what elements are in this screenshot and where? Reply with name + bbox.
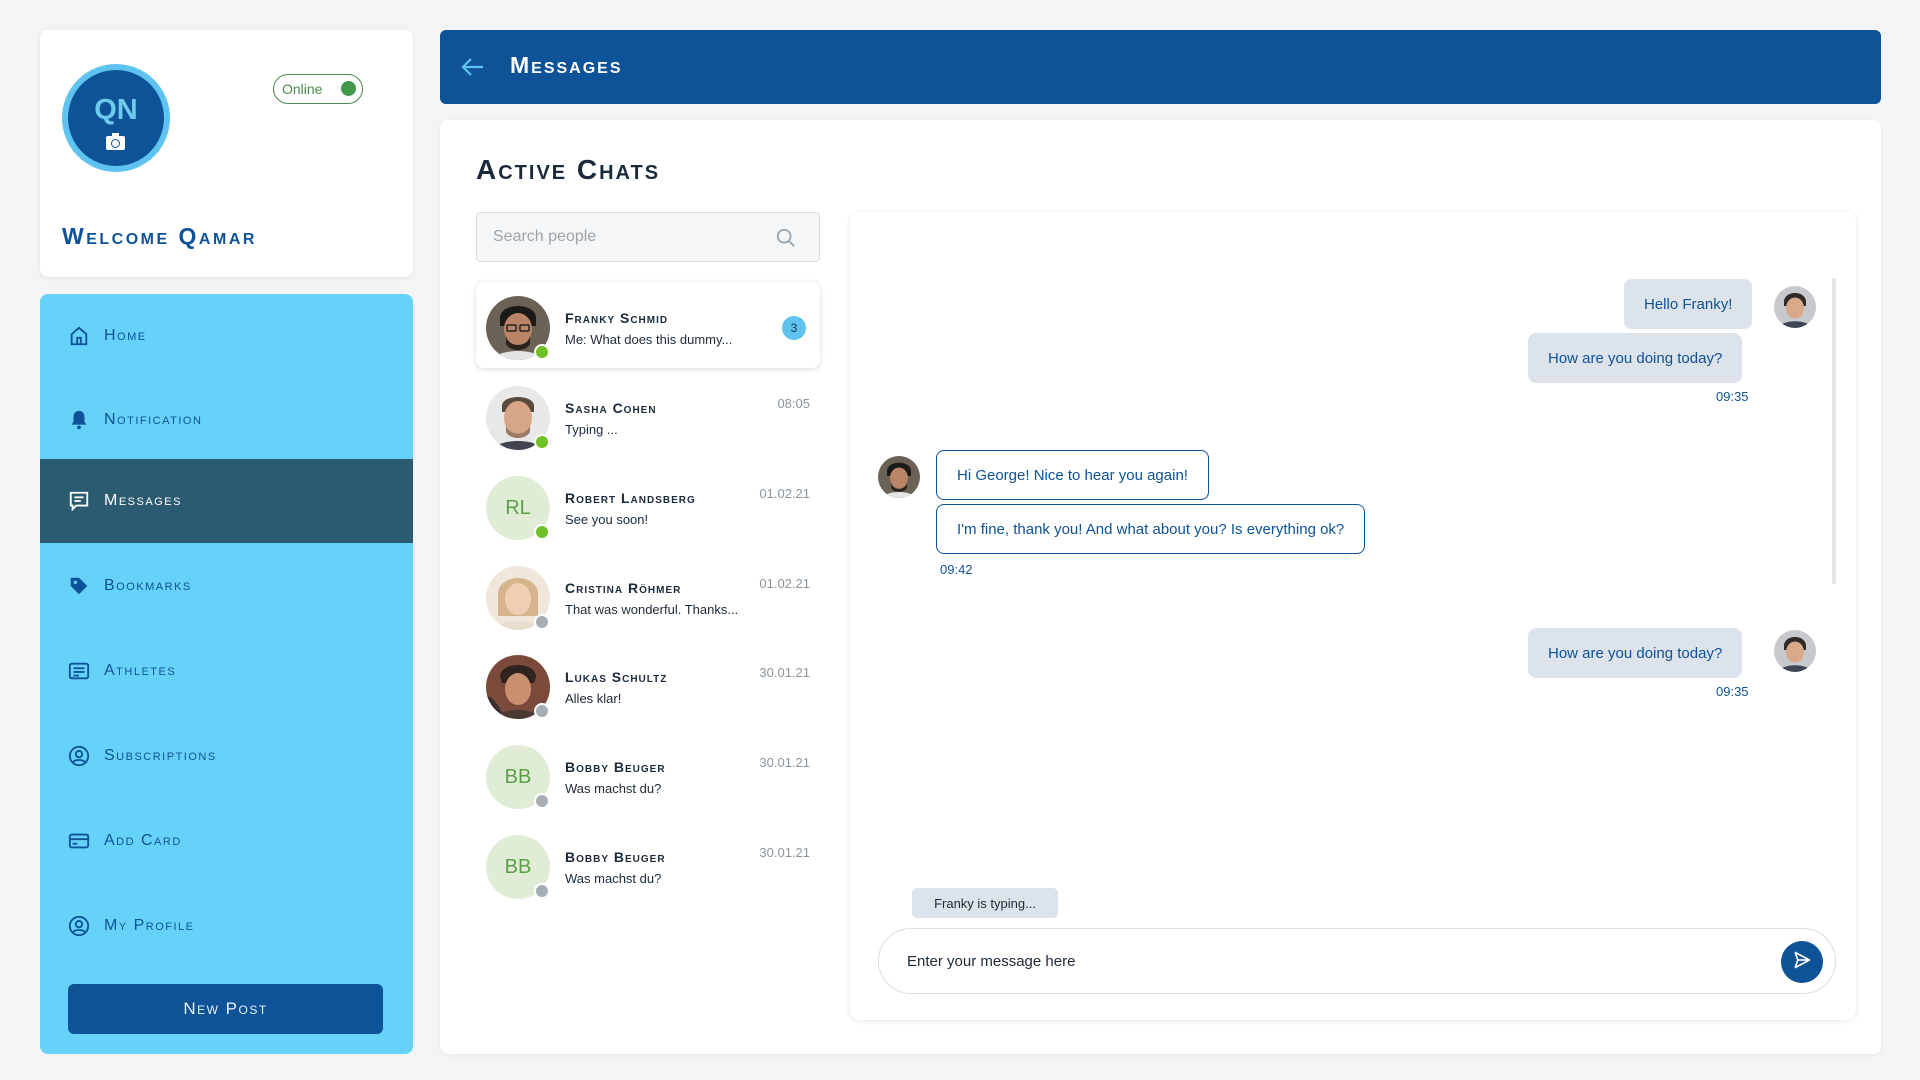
- list-card-icon: [68, 660, 90, 682]
- avatar[interactable]: QN: [62, 64, 170, 172]
- active-chats-title: Active Chats: [476, 154, 661, 185]
- contact-name: Cristina Röhmer: [565, 580, 682, 596]
- sidebar-item-messages[interactable]: Messages: [40, 459, 413, 543]
- contact-avatar: [878, 456, 920, 498]
- message-time: 08:05: [777, 396, 810, 411]
- avatar-initials: QN: [94, 94, 138, 126]
- status-label: Online: [282, 81, 323, 97]
- tag-icon: [68, 575, 90, 597]
- last-message-preview: Alles klar!: [565, 691, 622, 706]
- search-icon[interactable]: [775, 227, 797, 249]
- contact-name: Sasha Cohen: [565, 400, 657, 416]
- search-input[interactable]: [493, 213, 773, 261]
- sidebar-item-my-profile[interactable]: My Profile: [40, 884, 413, 968]
- welcome-title: Welcome Qamar: [62, 223, 257, 249]
- last-message-preview: Was machst du?: [565, 781, 662, 796]
- message-time: 01.02.21: [759, 486, 810, 501]
- outgoing-message: Hello Franky!: [1624, 279, 1753, 329]
- chat-list-item[interactable]: Lukas Schultz Alles klar! 30.01.21: [476, 641, 820, 727]
- sidebar-item-add-card[interactable]: Add Card: [40, 799, 413, 883]
- offline-indicator: [534, 703, 550, 719]
- scrollbar[interactable]: [1832, 278, 1836, 584]
- message-time: 01.02.21: [759, 576, 810, 591]
- message-time: 09:35: [1716, 389, 1749, 404]
- message-time: 30.01.21: [759, 665, 810, 680]
- incoming-message: I'm fine, thank you! And what about you?…: [936, 504, 1366, 554]
- last-message-preview: Typing ...: [565, 422, 618, 437]
- chat-list-item[interactable]: Sasha Cohen Typing ... 08:05: [476, 372, 820, 458]
- message-time: 09:35: [1716, 684, 1749, 699]
- sidebar-item-notification[interactable]: Notification: [40, 378, 413, 462]
- incoming-message: Hi George! Nice to hear you again!: [936, 450, 1209, 500]
- message-time: 09:42: [940, 562, 973, 577]
- online-indicator: [534, 434, 550, 450]
- offline-indicator: [534, 614, 550, 630]
- chat-list-item[interactable]: RL Robert Landsberg See you soon! 01.02.…: [476, 462, 820, 548]
- contact-name: Lukas Schultz: [565, 669, 668, 685]
- chat-list-item[interactable]: BB Bobby Beuger Was machst du? 30.01.21: [476, 821, 820, 907]
- conversation-panel: Hello Franky! How are you doing today? 0…: [850, 212, 1856, 1020]
- contact-name: Robert Landsberg: [565, 490, 696, 506]
- status-knob: [341, 81, 356, 96]
- message-icon: [68, 490, 90, 512]
- header: Messages: [440, 30, 1881, 104]
- my-avatar: [1774, 286, 1816, 328]
- sidebar-item-athletes[interactable]: Athletes: [40, 629, 413, 713]
- contact-name: Bobby Beuger: [565, 759, 666, 775]
- sidebar-item-label: Home: [104, 327, 147, 344]
- contact-name: Franky Schmid: [565, 310, 669, 326]
- outgoing-message: How are you doing today?: [1528, 628, 1743, 678]
- unread-badge: 3: [782, 316, 806, 340]
- profile-card: QN Online Welcome Qamar: [40, 30, 413, 277]
- search-box: [476, 212, 820, 262]
- sidebar-item-label: Messages: [104, 492, 182, 509]
- message-input[interactable]: [907, 929, 1767, 993]
- outgoing-message: How are you doing today?: [1528, 333, 1743, 383]
- typing-indicator: Franky is typing...: [912, 888, 1058, 918]
- sidebar-item-label: Subscriptions: [104, 747, 217, 764]
- offline-indicator: [534, 793, 550, 809]
- my-avatar: [1774, 630, 1816, 672]
- sidebar-item-label: Notification: [104, 411, 203, 428]
- sidebar: Home Notification Messages Bookmarks Ath…: [40, 294, 413, 1054]
- chat-list-item[interactable]: Cristina Röhmer That was wonderful. Than…: [476, 552, 820, 638]
- chat-list-item[interactable]: BB Bobby Beuger Was machst du? 30.01.21: [476, 731, 820, 817]
- new-post-button[interactable]: New Post: [68, 984, 383, 1034]
- sidebar-item-label: My Profile: [104, 917, 195, 934]
- send-icon: [1792, 950, 1812, 975]
- last-message-preview: Was machst du?: [565, 871, 662, 886]
- arrow-left-icon[interactable]: [460, 55, 486, 79]
- camera-icon[interactable]: [106, 133, 125, 150]
- chat-list-item[interactable]: Franky Schmid Me: What does this dummy..…: [476, 282, 820, 368]
- online-status-toggle[interactable]: Online: [273, 74, 363, 104]
- main-panel: Active Chats Franky Schmid Me: What does…: [440, 120, 1881, 1054]
- send-button[interactable]: [1781, 941, 1823, 983]
- home-icon: [68, 325, 90, 347]
- bell-icon: [68, 409, 90, 431]
- offline-indicator: [534, 883, 550, 899]
- last-message-preview: That was wonderful. Thanks...: [565, 602, 739, 617]
- message-composer: [878, 928, 1836, 994]
- sidebar-item-label: Bookmarks: [104, 577, 192, 594]
- message-time: 30.01.21: [759, 845, 810, 860]
- credit-card-icon: [68, 830, 90, 852]
- contact-name: Bobby Beuger: [565, 849, 666, 865]
- user-circle-icon: [68, 745, 90, 767]
- sidebar-item-subscriptions[interactable]: Subscriptions: [40, 714, 413, 798]
- page-title: Messages: [510, 52, 623, 78]
- sidebar-item-bookmarks[interactable]: Bookmarks: [40, 544, 413, 628]
- sidebar-item-label: Add Card: [104, 832, 182, 849]
- online-indicator: [534, 524, 550, 540]
- sidebar-item-home[interactable]: Home: [40, 294, 413, 378]
- online-indicator: [534, 344, 550, 360]
- last-message-preview: See you soon!: [565, 512, 649, 527]
- sidebar-item-label: Athletes: [104, 662, 177, 679]
- message-time: 30.01.21: [759, 755, 810, 770]
- last-message-preview: Me: What does this dummy...: [565, 332, 733, 347]
- user-circle-icon: [68, 915, 90, 937]
